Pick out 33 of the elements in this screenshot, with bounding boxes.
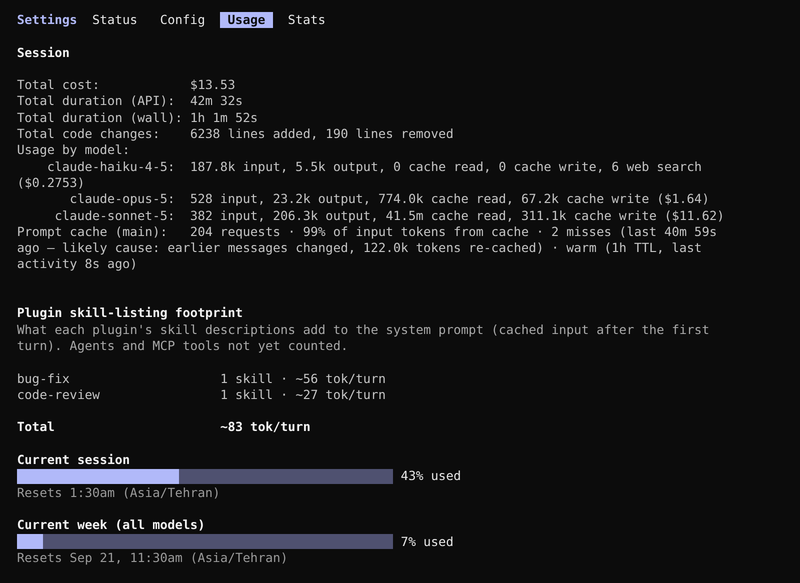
usage-reading: 7% used	[400, 534, 454, 550]
section-heading: Session	[17, 44, 70, 60]
settings-title: Settings	[17, 12, 78, 28]
prompt-cache-line: Prompt cache (main): 204 requests · 99% of input tokens from cache · 2 misses (last 40m 59s ago — likely cause: earlier messages changed, 122.0k tokens re-cached) · warm (1h TTL, last activity 8s ago)	[17, 224, 718, 273]
stat-value: $13.53	[190, 77, 236, 94]
usage-reading: 43% used	[400, 468, 462, 485]
tab[interactable]: Stats	[280, 12, 333, 28]
stat-label: Usage by model:	[17, 142, 130, 159]
stat-value: 6238 lines added, 190 lines removed	[190, 126, 454, 142]
model-usage-line: claude-haiku-4-5: 187.8k input, 5.5k output, 0 cache read, 0 cache write, 6 web search ($0.2753)	[17, 158, 703, 192]
stat-label: Total duration (wall):	[17, 110, 184, 126]
stat-label: Total code changes:	[17, 126, 161, 142]
stat-label: Total cost:	[17, 77, 101, 94]
stat-value: 1h 1m 52s	[190, 110, 258, 126]
limit-title: Current session	[17, 452, 130, 468]
plugin-value: 1 skill · ~56 tok/turn	[220, 370, 386, 387]
plugin-value: 1 skill · ~27 tok/turn	[220, 386, 386, 404]
total-value: ~83 tok/turn	[220, 419, 310, 436]
tab[interactable]: Status	[84, 12, 145, 28]
limit-title: Current week (all models)	[17, 517, 206, 532]
tab[interactable]: Config	[152, 12, 213, 28]
model-usage-line: claude-opus-5: 528 input, 23.2k output, 774.0k cache read, 67.2k cache write ($1.64)	[68, 191, 710, 208]
model-usage-line: claude-sonnet-5: 382 input, 206.3k output, 41.5m cache read, 311.1k cache write ($11.62)	[54, 208, 726, 224]
plugin-name: code-review	[17, 386, 101, 404]
section-heading: Plugin skill-listing footprint	[17, 305, 243, 320]
total-label: Total	[17, 419, 56, 436]
plugin-name: bug-fix	[17, 370, 71, 387]
tab[interactable]: Usage	[220, 12, 273, 28]
stat-value: 42m 32s	[190, 93, 243, 110]
reset-time: Resets 1:30am (Asia/Tehran)	[17, 484, 220, 500]
reset-time: Resets Sep 21, 11:30am (Asia/Tehran)	[17, 550, 288, 565]
stat-label: Total duration (API):	[17, 93, 176, 110]
section-description: What each plugin's skill descriptions add to the system prompt (cached input after the first turn). Agents and MCP tools not yet counted.	[17, 322, 710, 354]
